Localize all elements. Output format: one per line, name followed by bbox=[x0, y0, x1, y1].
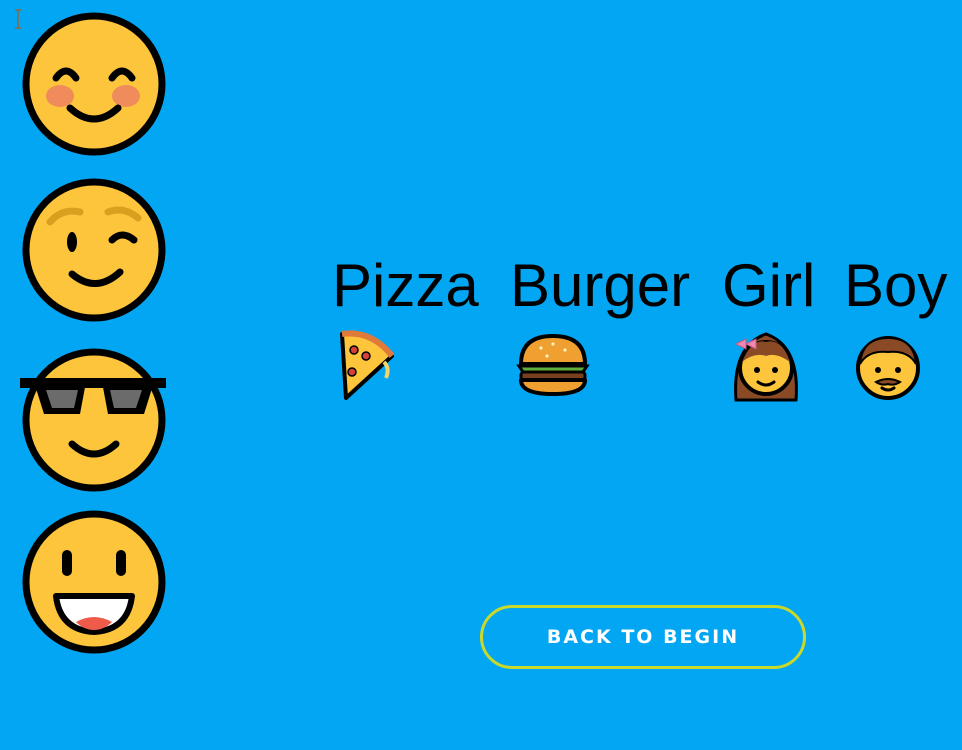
girl-icon[interactable] bbox=[726, 326, 806, 406]
grinning-face-icon[interactable] bbox=[20, 510, 168, 658]
winking-face-icon[interactable] bbox=[20, 178, 168, 326]
emoji-sidebar bbox=[20, 12, 170, 662]
word-pizza[interactable]: Pizza bbox=[332, 251, 479, 321]
pizza-icon[interactable] bbox=[332, 326, 412, 406]
burger-icon[interactable] bbox=[513, 326, 593, 406]
boy-icon[interactable] bbox=[848, 326, 928, 406]
back-to-begin-button[interactable]: BACK TO BEGIN bbox=[480, 605, 806, 669]
word-girl[interactable]: Girl bbox=[722, 251, 815, 321]
word-boy[interactable]: Boy bbox=[844, 251, 947, 321]
smiling-blush-face-icon[interactable] bbox=[20, 12, 168, 160]
word-burger[interactable]: Burger bbox=[510, 251, 690, 321]
sunglasses-face-icon[interactable] bbox=[20, 344, 168, 492]
